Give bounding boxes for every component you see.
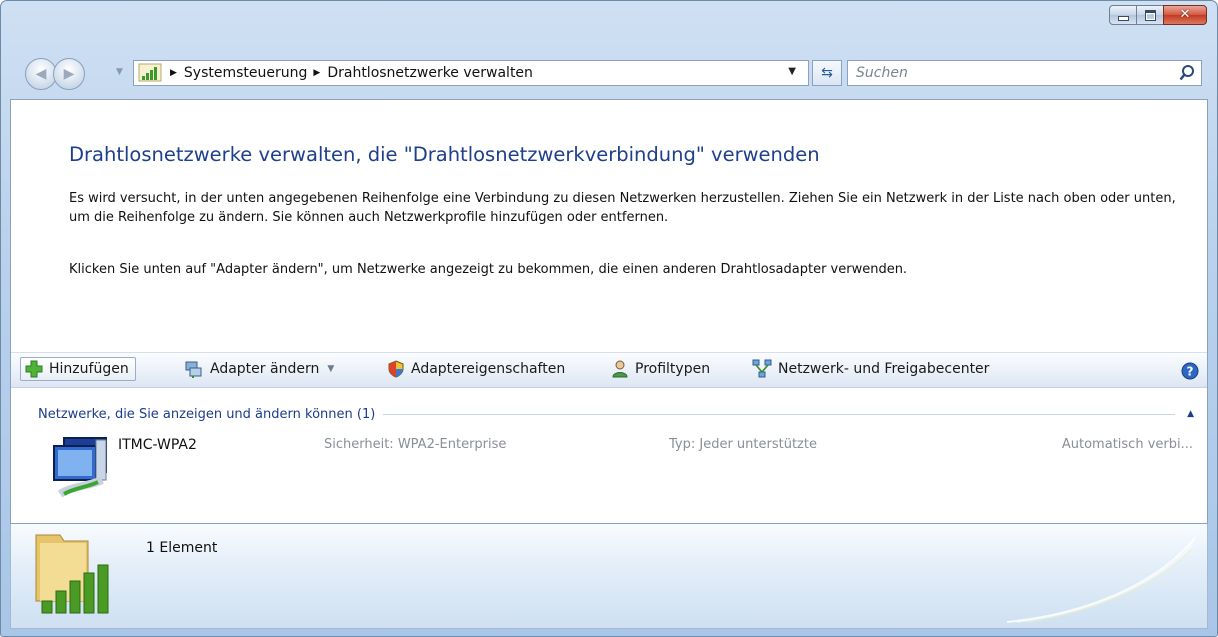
forward-button[interactable]: ▶	[53, 58, 85, 90]
search-input[interactable]	[854, 64, 1158, 82]
add-button[interactable]: Hinzufügen	[20, 357, 136, 381]
back-arrow-icon: ◀	[35, 66, 47, 82]
item-count: 1 Element	[146, 540, 218, 556]
maximize-icon	[1144, 9, 1156, 21]
breadcrumb-systemsteuerung[interactable]: Systemsteuerung	[184, 65, 307, 81]
shield-icon	[388, 360, 404, 378]
forward-arrow-icon: ▶	[63, 66, 75, 82]
chevron-up-icon[interactable]: ▲	[1187, 409, 1194, 419]
network-group-header[interactable]: Netzwerke, die Sie anzeigen und ändern k…	[38, 405, 1198, 423]
address-bar[interactable]: ▶ Systemsteuerung ▶ Drahtlosnetzwerke ve…	[133, 60, 809, 86]
address-dropdown-icon[interactable]: ▼	[788, 66, 796, 77]
group-divider	[383, 413, 1176, 415]
close-button[interactable]: ✕	[1163, 5, 1207, 25]
list-item[interactable]: ITMC-WPA2 Sicherheit: WPA2-Enterprise Ty…	[39, 434, 1199, 506]
change-adapter-button[interactable]: Adapter ändern ▼	[180, 357, 340, 381]
network-connection-mode: Automatisch verbi...	[1061, 437, 1193, 452]
network-type: Typ: Jeder unterstützte	[669, 437, 817, 452]
wireless-network-icon	[50, 434, 116, 508]
description-paragraph: Es wird versucht, in der unten angegeben…	[69, 191, 1176, 225]
user-icon	[612, 360, 628, 378]
search-icon[interactable]	[1179, 64, 1195, 86]
wireless-folder-icon	[28, 531, 123, 625]
caption-buttons: ✕	[1109, 5, 1207, 25]
adapter-properties-button[interactable]: Adaptereigenschaften	[383, 357, 571, 381]
refresh-button[interactable]: ⇆	[812, 60, 842, 86]
add-icon	[25, 360, 43, 378]
network-sharing-center-label: Netzwerk- und Freigabecenter	[778, 361, 990, 377]
minimize-button[interactable]	[1109, 5, 1137, 25]
details-pane: 1 Element	[10, 524, 1208, 629]
chevron-down-icon: ▼	[327, 364, 335, 374]
close-icon: ✕	[1179, 7, 1191, 22]
breadcrumb-separator-icon[interactable]: ▶	[170, 68, 177, 78]
add-button-label: Hinzufügen	[49, 361, 129, 377]
network-name: ITMC-WPA2	[118, 437, 197, 453]
help-icon[interactable]: ?	[1181, 362, 1199, 384]
refresh-icon: ⇆	[821, 65, 833, 81]
profile-types-button[interactable]: Profiltypen	[607, 357, 716, 381]
adapter-properties-label: Adaptereigenschaften	[411, 361, 566, 377]
recent-pages-dropdown[interactable]: ▼	[116, 67, 123, 77]
network-icon	[752, 359, 772, 378]
search-box[interactable]	[847, 60, 1202, 86]
svg-text:?: ?	[1187, 365, 1194, 379]
page-title: Drahtlosnetzwerke verwalten, die "Drahtl…	[69, 143, 820, 166]
navigation-bar: ◀ ▶ ▼ ▶ Systemsteuerung ▶ Drahtlosnetzwe…	[19, 57, 1209, 91]
maximize-button[interactable]	[1136, 5, 1164, 25]
network-group-label: Netzwerke, die Sie anzeigen und ändern k…	[38, 406, 376, 422]
explorer-window: ✕ ◀ ▶ ▼ ▶ Systemsteuerung ▶ Drahtlosnetz…	[0, 0, 1218, 637]
minimize-icon	[1117, 15, 1129, 21]
breadcrumb-separator-icon[interactable]: ▶	[313, 68, 320, 78]
breadcrumb-current[interactable]: Drahtlosnetzwerke verwalten	[327, 65, 533, 81]
network-sharing-center-button[interactable]: Netzwerk- und Freigabecenter	[748, 357, 995, 381]
change-adapter-label: Adapter ändern	[210, 361, 320, 377]
decorative-swoosh	[1006, 534, 1197, 628]
wireless-signal-icon	[138, 63, 164, 83]
network-adapter-icon	[185, 361, 202, 378]
adapter-hint-paragraph: Klicken Sie unten auf "Adapter ändern", …	[69, 262, 908, 277]
content-pane: Drahtlosnetzwerke verwalten, die "Drahtl…	[10, 99, 1208, 524]
command-bar: Hinzufügen Adapter ändern ▼ Adaptereigen…	[11, 352, 1207, 388]
profile-types-label: Profiltypen	[635, 361, 711, 377]
network-security: Sicherheit: WPA2-Enterprise	[324, 437, 507, 452]
